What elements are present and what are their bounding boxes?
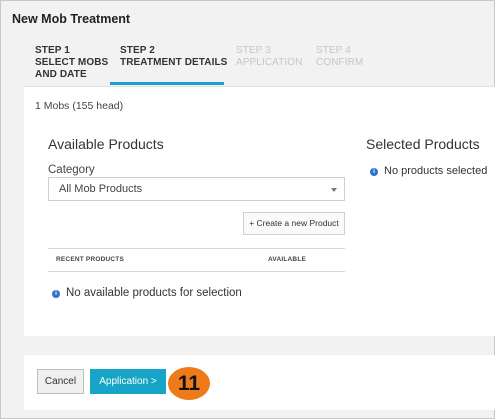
info-icon: i <box>370 168 378 176</box>
category-select[interactable]: All Mob Products <box>48 177 345 201</box>
active-step-indicator <box>110 82 224 85</box>
selected-products-heading: Selected Products <box>366 136 480 152</box>
step-label: TREATMENT DETAILS <box>120 57 228 68</box>
available-products-heading: Available Products <box>48 136 164 152</box>
step-label: SELECT MOBS <box>35 57 109 68</box>
step-confirm: STEP 4 CONFIRM <box>316 45 363 69</box>
callout-number-badge: 11 <box>168 367 210 400</box>
column-header-recent-products[interactable]: RECENT PRODUCTS <box>56 256 124 263</box>
step-application: STEP 3 APPLICATION <box>236 45 303 69</box>
category-label: Category <box>48 164 95 176</box>
mobs-summary: 1 Mobs (155 head) <box>35 100 124 112</box>
dialog-title: New Mob Treatment <box>12 12 131 26</box>
step-number: STEP 2 <box>120 45 155 56</box>
step-label: CONFIRM <box>316 57 364 68</box>
no-selected-products-text: No products selected <box>384 165 488 177</box>
step-treatment-details[interactable]: STEP 2 TREATMENT DETAILS <box>120 45 227 69</box>
step-number: STEP 4 <box>316 45 351 56</box>
no-selected-products-message: i No products selected <box>370 165 487 177</box>
chevron-down-icon <box>331 188 337 192</box>
step-number: STEP 3 <box>236 45 271 56</box>
step-label: APPLICATION <box>236 57 303 68</box>
no-available-products-message: i No available products for selection <box>52 287 242 299</box>
cancel-button[interactable]: Cancel <box>37 369 84 394</box>
recent-products-table: RECENT PRODUCTS AVAILABLE <box>48 248 345 272</box>
column-header-available[interactable]: AVAILABLE <box>268 256 306 263</box>
step-label: AND DATE <box>35 69 87 80</box>
create-new-product-button[interactable]: + Create a new Product <box>243 212 345 235</box>
no-available-products-text: No available products for selection <box>66 287 242 299</box>
next-application-button[interactable]: Application > <box>90 369 166 394</box>
step-number: STEP 1 <box>35 45 70 56</box>
step-select-mobs[interactable]: STEP 1 SELECT MOBS AND DATE <box>35 45 108 81</box>
category-select-value: All Mob Products <box>59 183 143 195</box>
info-icon: i <box>52 290 60 298</box>
